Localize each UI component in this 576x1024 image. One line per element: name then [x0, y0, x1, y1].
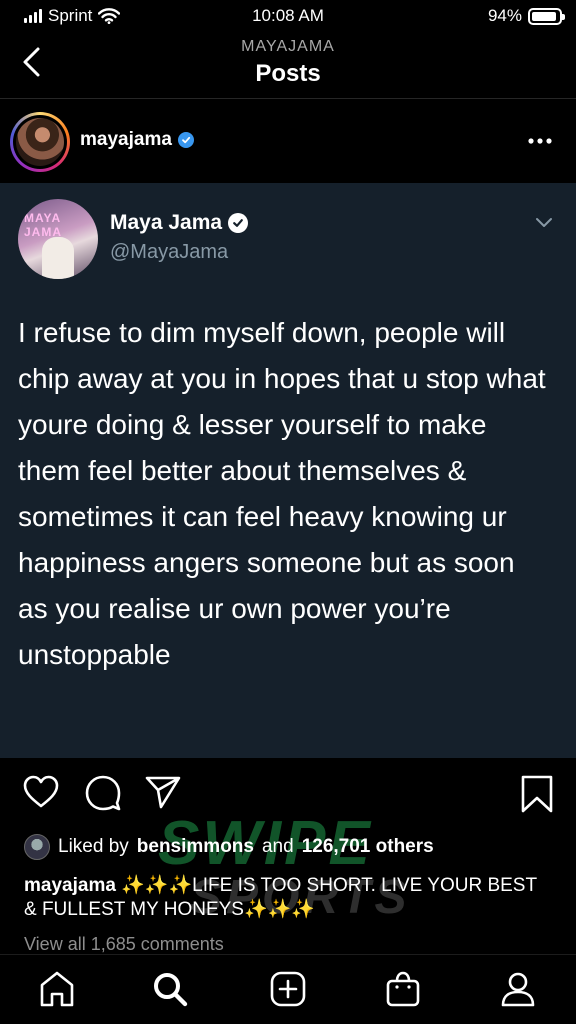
view-all-comments-link[interactable]: View all 1,685 comments [24, 934, 224, 955]
shopping-bag-icon [386, 971, 420, 1007]
nav-subtitle: MAYAJAMA [241, 38, 335, 55]
heart-icon[interactable] [22, 774, 60, 810]
caption-username[interactable]: mayajama [24, 875, 116, 896]
profile-icon [501, 972, 535, 1007]
battery-percent: 94% [487, 6, 522, 25]
more-horizontal-icon[interactable] [526, 129, 554, 153]
search-icon [154, 973, 188, 1007]
post-username[interactable]: mayajama [80, 129, 194, 151]
tab-shop[interactable] [383, 969, 423, 1009]
liker-username[interactable]: bensimmons [137, 836, 254, 858]
post-username-label: mayajama [80, 129, 172, 150]
tweet-author: Maya Jama [110, 211, 249, 235]
chevron-down-icon [536, 218, 552, 227]
tab-home[interactable] [37, 969, 77, 1009]
home-icon [40, 971, 74, 1007]
tab-search[interactable] [150, 969, 190, 1009]
tab-profile[interactable] [498, 969, 538, 1009]
bottom-tab-bar [0, 954, 576, 1024]
bookmark-icon[interactable] [520, 774, 554, 814]
comment-icon[interactable] [84, 774, 122, 812]
likes-count[interactable]: 126,701 others [302, 836, 434, 858]
battery-group: 94% [487, 6, 565, 26]
liker-avatar [24, 834, 50, 860]
page-title: Posts [255, 60, 321, 87]
tweet-handle: @MayaJama [110, 241, 229, 263]
status-bar: Sprint 10:08 AM 94% [0, 0, 576, 32]
tweet-text: I refuse to dim myself down, people will… [18, 317, 546, 670]
battery-icon [528, 7, 565, 25]
likes-prefix: Liked by [58, 836, 129, 857]
nav-header: MAYAJAMA Posts [0, 32, 576, 98]
plus-square-icon [270, 971, 306, 1007]
post-image-tweet[interactable]: MAYA JAMA Maya Jama @MayaJama I refuse t… [0, 183, 576, 758]
verified-badge-icon [177, 132, 194, 148]
likes-summary[interactable]: Liked by bensimmons and 126,701 others [24, 834, 564, 860]
action-bar [0, 758, 576, 830]
tab-create[interactable] [268, 969, 308, 1009]
send-icon[interactable] [144, 774, 182, 810]
tweet-verified-icon [228, 213, 249, 233]
tweet-author-name: Maya Jama [110, 211, 223, 234]
tweet-avatar: MAYA JAMA [18, 199, 98, 279]
likes-middle: and [261, 836, 294, 857]
caption: mayajama ✨✨✨LIFE IS TOO SHORT. LIVE YOUR… [24, 874, 554, 922]
post-header: mayajama [0, 99, 576, 183]
avatar[interactable] [10, 112, 70, 172]
